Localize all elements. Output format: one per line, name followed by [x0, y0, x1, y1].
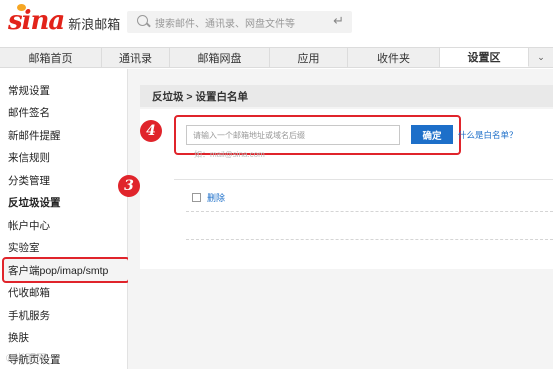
top-nav: 邮箱首页 通讯录 邮箱网盘 应用 收件夹 设置区 ⌄: [0, 47, 553, 68]
select-all-checkbox[interactable]: [192, 193, 201, 202]
sidebar-item-client[interactable]: 客户端pop/imap/smtp: [8, 263, 108, 278]
header: sina 新浪邮箱 搜索邮件、通讯录、网盘文件等 ↵: [0, 0, 553, 44]
confirm-button[interactable]: 确定: [411, 125, 453, 144]
sidebar-item-mail-rules[interactable]: 来信规则: [8, 150, 50, 165]
tab-apps[interactable]: 应用: [270, 48, 348, 67]
main-panel: 反垃圾 > 设置白名单 确定 什么是白名单？ 如：mail@sina.com 删…: [128, 69, 553, 369]
sidebar-item-antispam[interactable]: 反垃圾设置: [8, 195, 61, 210]
breadcrumb: 反垃圾 > 设置白名单: [140, 85, 553, 107]
logo-eye-icon: [17, 4, 26, 11]
sidebar-item-categories[interactable]: 分类管理: [8, 173, 50, 188]
whitelist-input[interactable]: [186, 125, 400, 145]
delete-button[interactable]: 删除: [207, 191, 225, 204]
enter-icon[interactable]: ↵: [333, 13, 344, 29]
dashed-divider: [186, 211, 553, 212]
example-hint: 如：mail@sina.com: [194, 150, 265, 159]
dashed-divider: [186, 239, 553, 240]
step4-badge: 4: [140, 120, 162, 142]
sidebar-item-lab[interactable]: 实验室: [8, 240, 40, 255]
settings-sidebar: 常规设置 邮件签名 新邮件提醒 来信规则 分类管理 反垃圾设置 帐户中心 实验室…: [0, 69, 130, 369]
sidebar-item-new-mail-alert[interactable]: 新邮件提醒: [8, 128, 61, 143]
what-is-whitelist-link[interactable]: 什么是白名单？: [458, 129, 518, 141]
search-bar[interactable]: 搜索邮件、通讯录、网盘文件等 ↵: [127, 11, 352, 33]
whitelist-panel: 确定 什么是白名单？ 如：mail@sina.com 删除: [140, 109, 553, 269]
tab-mail-home[interactable]: 邮箱首页: [0, 48, 102, 67]
tab-inbox[interactable]: 收件夹: [348, 48, 440, 67]
tab-contacts[interactable]: 通讯录: [102, 48, 170, 67]
sidebar-item-mobile[interactable]: 手机服务: [8, 308, 50, 323]
logo-mark: sina: [8, 4, 65, 36]
sidebar-item-collect[interactable]: 代收邮箱: [8, 285, 50, 300]
tab-settings[interactable]: 设置区: [440, 48, 529, 67]
sidebar-item-skin[interactable]: 换肤: [8, 330, 29, 345]
step3-badge: 3: [118, 175, 140, 197]
sidebar-item-general[interactable]: 常规设置: [8, 83, 50, 98]
divider: [174, 179, 553, 180]
whitelist-address-field[interactable]: [187, 126, 399, 144]
logo-text: 新浪邮箱: [68, 16, 121, 32]
sidebar-item-account[interactable]: 帐户中心: [8, 218, 50, 233]
sidebar-item-signature[interactable]: 邮件签名: [8, 105, 50, 120]
sina-logo[interactable]: sina 新浪邮箱: [8, 4, 121, 36]
search-icon: [137, 15, 148, 26]
watermark: ©光明网: [6, 353, 48, 365]
tab-netdisk[interactable]: 邮箱网盘: [170, 48, 270, 67]
chevron-down-icon[interactable]: ⌄: [529, 48, 553, 67]
search-placeholder: 搜索邮件、通讯录、网盘文件等: [155, 19, 295, 30]
